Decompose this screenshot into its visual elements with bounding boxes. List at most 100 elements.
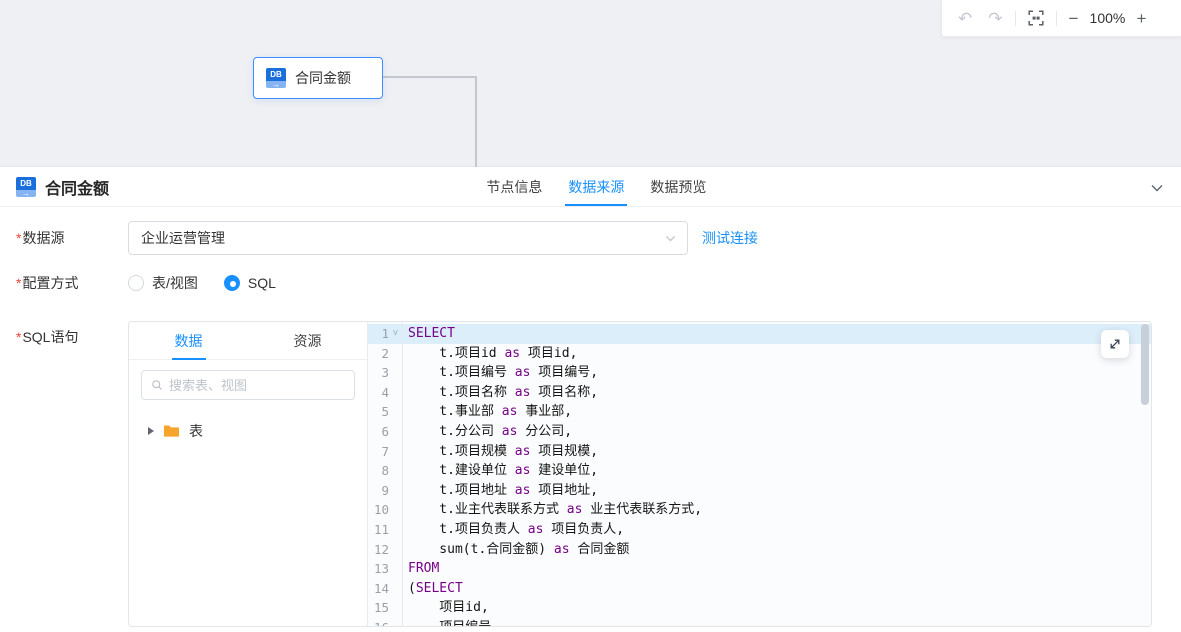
line-number: 9: [368, 481, 389, 501]
code-line-14[interactable]: 14(SELECT: [368, 579, 1151, 599]
line-number: 1: [368, 324, 389, 344]
redo-icon: ↷: [988, 10, 1002, 27]
line-gutter: 1v: [368, 324, 402, 344]
line-number: 14: [368, 579, 389, 599]
code-line-3[interactable]: 3 t.项目编号 as 项目编号,: [368, 363, 1151, 383]
line-gutter: 13: [368, 559, 402, 579]
code-line-8[interactable]: 8 t.建设单位 as 建设单位,: [368, 461, 1151, 481]
code-token: as: [515, 463, 531, 478]
toolbar-divider: [1015, 11, 1016, 26]
browser-tab-0[interactable]: 数据: [129, 322, 248, 359]
editor-scrollbar[interactable]: [1141, 324, 1149, 405]
code-token: t.项目地址: [408, 483, 515, 498]
zoom-out-button[interactable]: −: [1069, 10, 1079, 27]
sql-editor-widget: 数据资源: [128, 321, 1152, 627]
node-config-panel: DB → 合同金额 节点信息数据来源数据预览 *数据源 企业运营管理: [0, 168, 1181, 632]
expand-arrow-icon[interactable]: [148, 427, 154, 435]
config-mode-label: *配置方式: [0, 273, 128, 293]
code-line-5[interactable]: 5 t.事业部 as 事业部,: [368, 402, 1151, 422]
code-line-11[interactable]: 11 t.项目负责人 as 项目负责人,: [368, 520, 1151, 540]
line-gutter: 3: [368, 363, 402, 383]
redo-button[interactable]: ↷: [988, 10, 1002, 27]
table-search-input[interactable]: [169, 378, 345, 393]
code-line-13[interactable]: 13 FROM: [368, 559, 1151, 579]
code-text: t.项目名称 as 项目名称,: [402, 383, 598, 403]
sql-code-lines: 1v SELECT 2 t.项目id as 项目id,3 t.项目编号 as 项目编…: [368, 322, 1151, 626]
required-mark: *: [16, 275, 21, 291]
table-search-box[interactable]: [141, 370, 355, 400]
code-token: 项目编号: [408, 620, 491, 626]
code-token: 分公司,: [517, 424, 572, 439]
fullscreen-button[interactable]: [1101, 330, 1129, 358]
arrow-right-icon: →: [266, 81, 286, 88]
line-gutter: 9: [368, 481, 402, 501]
code-text: sum(t.合同金额) as 合同金额: [402, 540, 629, 560]
code-line-9[interactable]: 9 t.项目地址 as 项目地址,: [368, 481, 1151, 501]
code-text: FROM: [402, 559, 439, 579]
datasource-select[interactable]: 企业运营管理: [128, 221, 688, 255]
panel-tab-0[interactable]: 节点信息: [486, 168, 542, 206]
code-token: 项目地址,: [530, 483, 598, 498]
tree-item-tables[interactable]: 表: [129, 416, 367, 446]
line-number: 13: [368, 559, 389, 579]
line-gutter: 5: [368, 402, 402, 422]
code-line-16[interactable]: 16 项目编号: [368, 618, 1151, 626]
line-number: 15: [368, 598, 389, 618]
db-output-icon: DB →: [266, 68, 286, 88]
flow-canvas[interactable]: DB → 合同金额 ↶ ↷ − 100%: [0, 0, 1181, 167]
code-text: SELECT: [402, 324, 455, 344]
sql-label: *SQL语句: [0, 321, 128, 627]
code-token: 事业部,: [517, 404, 572, 419]
code-token: as: [502, 424, 518, 439]
code-line-6[interactable]: 6 t.分公司 as 分公司,: [368, 422, 1151, 442]
code-token: 建设单位,: [530, 463, 598, 478]
radio-option-0[interactable]: 表/视图: [128, 273, 198, 293]
code-text: t.项目编号 as 项目编号,: [402, 363, 598, 383]
code-token: 项目id,: [520, 346, 577, 361]
code-token: SELECT: [408, 326, 455, 341]
fold-icon[interactable]: v: [389, 324, 402, 344]
code-line-2[interactable]: 2 t.项目id as 项目id,: [368, 344, 1151, 364]
code-token: as: [504, 346, 520, 361]
config-mode-group: 表/视图 SQL: [128, 273, 276, 293]
code-line-7[interactable]: 7 t.项目规模 as 项目规模,: [368, 442, 1151, 462]
edge-connector-horizontal: [383, 76, 477, 78]
sql-code-editor[interactable]: 1v SELECT 2 t.项目id as 项目id,3 t.项目编号 as 项目编…: [368, 322, 1151, 626]
radio-icon[interactable]: [128, 275, 144, 291]
panel-tab-1[interactable]: 数据来源: [568, 168, 624, 206]
code-token: as: [554, 542, 570, 557]
code-line-4[interactable]: 4 t.项目名称 as 项目名称,: [368, 383, 1151, 403]
radio-icon[interactable]: [224, 275, 240, 291]
code-text: t.业主代表联系方式 as 业主代表联系方式,: [402, 500, 702, 520]
test-connection-link[interactable]: 测试连接: [702, 221, 758, 255]
node-contract-amount[interactable]: DB → 合同金额: [253, 57, 383, 99]
panel-tabs: 节点信息数据来源数据预览: [486, 168, 706, 206]
browser-tab-1[interactable]: 资源: [248, 322, 367, 359]
etl-designer-screen: DB → 合同金额 ↶ ↷ − 100%: [0, 0, 1181, 632]
line-number: 10: [368, 500, 389, 520]
code-token: t.分公司: [408, 424, 502, 439]
code-line-12[interactable]: 12 sum(t.合同金额) as 合同金额: [368, 540, 1151, 560]
line-gutter: 10: [368, 500, 402, 520]
undo-button[interactable]: ↶: [958, 10, 972, 27]
collapse-panel-button[interactable]: [1149, 180, 1165, 201]
panel-tab-2[interactable]: 数据预览: [650, 168, 706, 206]
code-token: 合同金额: [570, 542, 630, 557]
line-number: 3: [368, 363, 389, 383]
code-line-1[interactable]: 1v SELECT: [368, 324, 1151, 344]
line-gutter: 16: [368, 618, 402, 626]
code-token: 项目负责人,: [543, 522, 624, 537]
line-gutter: 2: [368, 344, 402, 364]
code-text: 项目编号: [402, 618, 491, 626]
fit-view-button[interactable]: [1028, 10, 1044, 26]
radio-option-1[interactable]: SQL: [224, 275, 276, 291]
zoom-in-button[interactable]: +: [1136, 10, 1146, 27]
line-gutter: 7: [368, 442, 402, 462]
code-line-10[interactable]: 10 t.业主代表联系方式 as 业主代表联系方式,: [368, 500, 1151, 520]
code-line-15[interactable]: 15 项目id,: [368, 598, 1151, 618]
code-token: as: [515, 444, 531, 459]
line-number: 8: [368, 461, 389, 481]
code-token: 项目规模,: [530, 444, 598, 459]
expand-icon: [1108, 337, 1122, 351]
code-token: as: [528, 522, 544, 537]
